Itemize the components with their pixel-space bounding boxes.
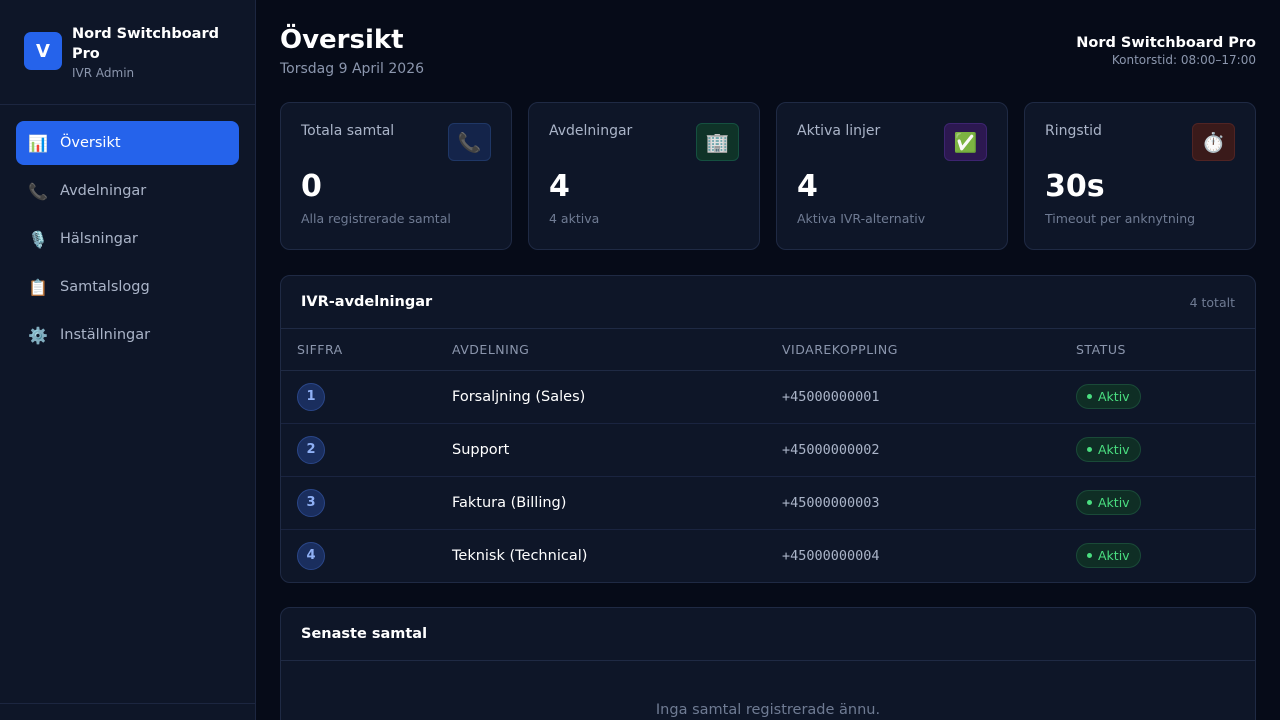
column-header-forwarding[interactable]: VIDAREKOPPLING <box>766 329 1060 371</box>
sidebar-item-label: Samtalslogg <box>60 279 150 295</box>
status-label: Aktiv <box>1098 495 1130 510</box>
stat-card-ring-time: Ringstid ⏱️ 30s Timeout per anknytning <box>1024 102 1256 250</box>
page-date: Torsdag 9 April 2026 <box>280 61 425 77</box>
brand: V Nord Switchboard Pro IVR Admin <box>0 0 255 105</box>
brand-name: Nord Switchboard Pro <box>72 26 219 62</box>
main-content: Översikt Torsdag 9 April 2026 Nord Switc… <box>256 0 1280 720</box>
sidebar-item-label: Hälsningar <box>60 231 138 247</box>
status-badge: Aktiv <box>1076 490 1141 515</box>
sidebar-item-installningar[interactable]: ⚙️ Inställningar <box>16 313 239 357</box>
status-label: Aktiv <box>1098 389 1130 404</box>
forward-number: +45000000003 <box>766 476 1060 530</box>
panel-count: 4 totalt <box>1189 294 1235 310</box>
status-dot-icon <box>1087 553 1092 559</box>
stat-value: 4 <box>797 169 818 204</box>
forward-number: +45000000001 <box>766 370 1060 424</box>
sidebar-item-samtalslogg[interactable]: 📋 Samtalslogg <box>16 265 239 309</box>
department-name: Support <box>436 423 766 477</box>
digit-badge: 4 <box>297 541 325 570</box>
phone-icon: 📞 <box>448 123 491 161</box>
recent-calls-panel: Senaste samtal Inga samtal registrerade … <box>280 607 1256 720</box>
stat-value: 4 <box>549 169 570 204</box>
department-name: Forsaljning (Sales) <box>436 370 766 424</box>
chart-icon: 📊 <box>28 133 48 153</box>
gear-icon: ⚙️ <box>28 325 48 345</box>
microphone-icon: 🎙️ <box>28 229 48 249</box>
stat-subtext: Aktiva IVR-alternativ <box>797 211 926 226</box>
column-header-status[interactable]: STATUS <box>1060 329 1255 371</box>
building-icon: 🏢 <box>696 123 739 161</box>
topbar: Översikt Torsdag 9 April 2026 Nord Switc… <box>280 24 1256 102</box>
stat-value: 30s <box>1045 169 1105 204</box>
sidebar-item-label: Översikt <box>60 135 121 151</box>
brand-subtitle: IVR Admin <box>72 66 135 80</box>
digit-badge: 2 <box>297 435 325 464</box>
phone-icon: 📞 <box>28 181 48 201</box>
sidebar-divider <box>0 703 255 704</box>
status-badge: Aktiv <box>1076 384 1141 409</box>
stats-row: Totala samtal 📞 0 Alla registrerade samt… <box>280 102 1256 250</box>
sidebar: V Nord Switchboard Pro IVR Admin 📊 Övers… <box>0 0 256 720</box>
sidebar-item-avdelningar[interactable]: 📞 Avdelningar <box>16 169 239 213</box>
stat-subtext: Alla registrerade samtal <box>301 211 451 226</box>
departments-table: SIFFRA AVDELNING VIDAREKOPPLING STATUS 1… <box>281 329 1255 582</box>
stat-value: 0 <box>301 169 322 204</box>
departments-panel: IVR-avdelningar 4 totalt SIFFRA AVDELNIN… <box>280 275 1256 583</box>
office-hours: Kontorstid: 08:00–17:00 <box>1111 53 1256 67</box>
forward-number: +45000000004 <box>782 547 880 564</box>
stat-card-active-lines: Aktiva linjer ✅ 4 Aktiva IVR-alternativ <box>776 102 1008 250</box>
stat-card-departments: Avdelningar 🏢 4 4 aktiva <box>528 102 760 250</box>
status-dot-icon <box>1087 447 1092 452</box>
department-name: Teknisk (Technical) <box>452 547 588 564</box>
empty-state-message: Inga samtal registrerade ännu. <box>655 702 881 718</box>
sidebar-nav: 📊 Översikt 📞 Avdelningar 🎙️ Hälsningar 📋… <box>0 105 255 377</box>
digit-badge: 3 <box>297 488 325 517</box>
forward-number: +45000000002 <box>766 423 1060 477</box>
stat-card-total-calls: Totala samtal 📞 0 Alla registrerade samt… <box>280 102 512 250</box>
column-header-department[interactable]: AVDELNING <box>436 329 766 371</box>
status-label: Aktiv <box>1098 548 1130 564</box>
sidebar-item-halsningar[interactable]: 🎙️ Hälsningar <box>16 217 239 261</box>
page-title: Översikt <box>280 25 404 55</box>
clipboard-icon: 📋 <box>28 277 48 297</box>
company-name: Nord Switchboard Pro <box>1076 35 1256 51</box>
table-row[interactable]: 4 Teknisk (Technical) +45000000004 Aktiv <box>281 529 1255 582</box>
status-badge: Aktiv <box>1076 437 1141 462</box>
panel-title: Senaste samtal <box>301 626 428 642</box>
app-root: V Nord Switchboard Pro IVR Admin 📊 Övers… <box>0 0 1280 720</box>
sidebar-item-oversikt[interactable]: 📊 Översikt <box>16 121 239 165</box>
sidebar-item-label: Avdelningar <box>60 183 147 199</box>
digit-badge: 1 <box>297 382 325 411</box>
panel-title: IVR-avdelningar <box>301 294 433 310</box>
stat-subtext: 4 aktiva <box>549 211 600 226</box>
status-label: Aktiv <box>1098 442 1130 457</box>
department-name: Faktura (Billing) <box>436 476 766 530</box>
status-badge: Aktiv <box>1076 543 1141 569</box>
status-dot-icon <box>1087 500 1092 505</box>
brand-logo: V <box>24 32 62 70</box>
table-row[interactable]: 2 Support +45000000002 Aktiv <box>281 423 1255 477</box>
check-icon: ✅ <box>944 123 987 161</box>
table-row[interactable]: 1 Forsaljning (Sales) +45000000001 Aktiv <box>281 370 1255 424</box>
sidebar-item-label: Inställningar <box>60 327 151 343</box>
column-header-digit[interactable]: SIFFRA <box>281 329 436 371</box>
status-dot-icon <box>1087 394 1092 399</box>
stat-subtext: Timeout per anknytning <box>1045 211 1196 226</box>
table-row[interactable]: 3 Faktura (Billing) +45000000003 Aktiv <box>281 476 1255 530</box>
stopwatch-icon: ⏱️ <box>1192 123 1235 161</box>
